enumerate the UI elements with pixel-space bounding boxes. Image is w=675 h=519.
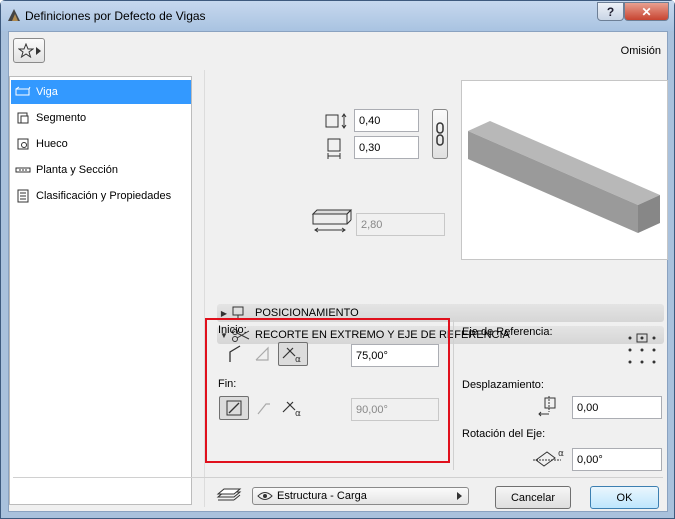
offset-input[interactable] (572, 396, 662, 419)
end-label: Fin: (218, 378, 237, 390)
end-horizontal-cut-button[interactable] (249, 396, 279, 420)
reference-axis-grid-icon[interactable] (625, 332, 659, 368)
title-bar: Definiciones por Defecto de Vigas ? ✕ (1, 1, 674, 31)
beam-preview-graphic (468, 121, 660, 233)
end-angle-input[interactable] (351, 398, 439, 421)
eye-icon (257, 492, 273, 500)
angled-cut-icon (229, 345, 241, 362)
start-perpendicular-cut-button[interactable] (221, 342, 251, 366)
axis-rotation-label: Rotación del Eje: (462, 428, 546, 440)
hole-icon (15, 137, 31, 151)
chevron-right-icon: ▶ (220, 308, 228, 318)
floorplan-icon (15, 163, 31, 177)
layers-icon (216, 488, 242, 501)
archicad-app-icon (8, 9, 20, 21)
sidebar-item-label: Viga (36, 86, 58, 98)
sidebar-item-hueco[interactable]: Hueco (11, 132, 191, 156)
layer-select-value: Estructura - Carga (277, 490, 367, 502)
beam-3d-preview (461, 80, 668, 260)
close-button[interactable]: ✕ (624, 2, 669, 21)
beam-height-input[interactable] (354, 109, 419, 132)
axis-rotation-icon: α (533, 449, 564, 467)
column-divider (453, 320, 454, 470)
reference-axis-label: Eje de Referencia: (462, 326, 553, 338)
sidebar-item-planta-seccion[interactable]: Planta y Sección (11, 158, 191, 182)
start-label: Inicio: (218, 324, 247, 336)
svg-text:α: α (558, 449, 564, 459)
sidebar-item-viga[interactable]: Viga (11, 80, 191, 104)
sidebar: Viga Segmento Hueco Planta y Sección Cla… (9, 76, 192, 505)
perpendicular-cut-icon (226, 400, 242, 416)
dialog-window: Definiciones por Defecto de Vigas ? ✕ Om… (0, 0, 675, 519)
svg-text:α: α (295, 409, 301, 418)
end-cut-highlight-box: Inicio: α Fin: (205, 318, 450, 463)
preset-label: Omisión (620, 45, 661, 57)
beam-width-input[interactable] (354, 136, 419, 159)
sidebar-item-label: Hueco (36, 138, 68, 150)
chevron-right-icon (457, 492, 462, 500)
end-custom-angle-button[interactable]: α (278, 396, 308, 420)
window-title: Definiciones por Defecto de Vigas (25, 9, 206, 23)
start-angle-input[interactable] (351, 344, 439, 367)
axis-rotation-input[interactable] (572, 448, 662, 471)
chevron-right-icon (36, 46, 41, 55)
svg-text:α: α (295, 355, 301, 364)
offset-icon (538, 396, 556, 417)
width-height-icon (325, 113, 347, 129)
start-custom-angle-button[interactable]: α (278, 342, 308, 366)
beam-length-input[interactable] (356, 213, 445, 236)
custom-angle-cut-icon: α (282, 401, 301, 418)
cancel-button[interactable]: Cancelar (495, 486, 571, 509)
link-dimensions-button[interactable] (432, 109, 448, 159)
custom-angle-cut-icon: α (282, 347, 301, 364)
sidebar-item-segmento[interactable]: Segmento (11, 106, 191, 130)
beam-length-icon (311, 209, 353, 233)
end-perpendicular-cut-button[interactable] (219, 396, 249, 420)
width-dimension-icon (327, 138, 341, 159)
start-horizontal-cut-button[interactable] (249, 342, 279, 366)
horizontal-cut-icon (257, 403, 270, 415)
footer-divider (13, 477, 663, 478)
segment-icon (15, 111, 31, 125)
sidebar-item-label: Planta y Sección (36, 164, 118, 176)
favorites-button[interactable] (13, 38, 45, 63)
sidebar-item-label: Segmento (36, 112, 87, 124)
offset-label: Desplazamiento: (462, 379, 544, 391)
horizontal-cut-icon (255, 346, 269, 361)
beam-icon (15, 85, 31, 99)
ok-button[interactable]: OK (590, 486, 659, 509)
sidebar-item-clasificacion[interactable]: Clasificación y Propiedades (11, 184, 191, 208)
properties-icon (15, 189, 31, 203)
star-icon (18, 43, 34, 58)
help-button[interactable]: ? (597, 2, 624, 21)
layer-select[interactable]: Estructura - Carga (252, 487, 469, 505)
sidebar-item-label: Clasificación y Propiedades (36, 190, 172, 202)
chain-link-icon (436, 122, 444, 146)
